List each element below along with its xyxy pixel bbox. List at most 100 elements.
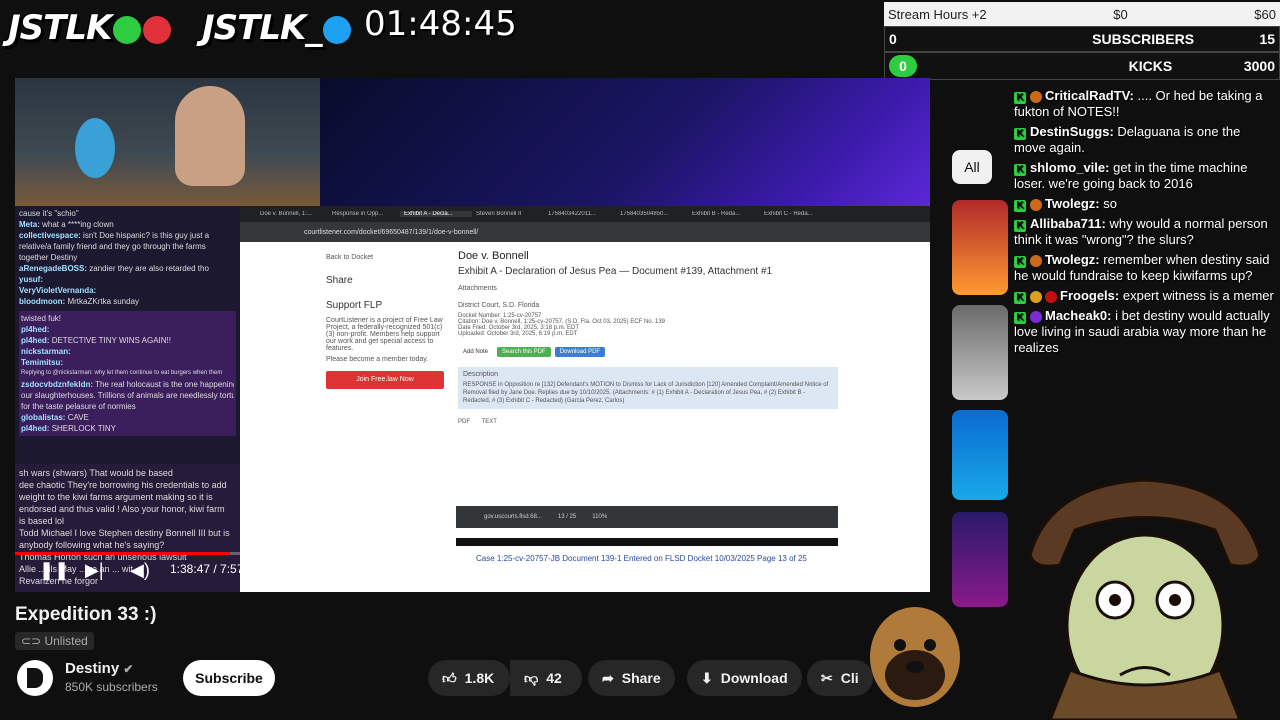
chat-user: shlomo_vile:: [1030, 160, 1110, 175]
stream-logo-text: JSTLK: [8, 8, 112, 48]
kick-badge-icon: K: [1014, 256, 1026, 268]
lamp-figure: [75, 118, 115, 178]
sub-badge-icon: [1030, 310, 1042, 323]
channel-avatar[interactable]: [17, 660, 53, 696]
browser-tab: 1758403504850...: [620, 211, 669, 217]
like-button[interactable]: 👍︎ 1.8K: [428, 660, 510, 696]
chat-message: Kshlomo_vile: get in the time machine lo…: [1008, 158, 1280, 194]
fullscreen-icon[interactable]: ⛶: [885, 560, 898, 581]
browser-tab: Exhibit C - Reda...: [764, 211, 813, 217]
recommended-thumbnail[interactable]: [952, 305, 1008, 400]
browser-tab: Steven Bonnell II: [476, 211, 522, 217]
chat-message: K CriticalRadTV: .... Or hed be taking a …: [1008, 86, 1280, 122]
co-line: relative/a family friend and they go thr…: [19, 242, 206, 251]
co-line: pl4hed: SHERLOCK TINY: [21, 424, 116, 433]
co-line: together Destiny: [19, 253, 78, 262]
subs-label: SUBSCRIBERS: [1092, 31, 1195, 47]
kick-badge-icon: K: [1014, 312, 1026, 324]
hours-label: Stream Hours +2: [888, 6, 987, 22]
kicks-label: KICKS: [1128, 58, 1173, 74]
co-strip: twisted fuk! pl4hed: pl4hed: DETECTIVE T…: [19, 311, 236, 436]
chat-text: so: [1103, 196, 1117, 211]
co-line: pl4hed:: [21, 325, 50, 334]
next-icon[interactable]: ▶|: [85, 560, 104, 581]
pause-icon[interactable]: ❚❚: [39, 560, 69, 581]
co-bottom-line: endorsed and thus valid ! Also your hono…: [19, 504, 225, 514]
recommended-thumbnail[interactable]: [952, 410, 1008, 500]
sub-badge-icon: [1030, 90, 1042, 103]
pdf-zoom: 110%: [592, 514, 608, 520]
unlisted-badge: ⊂⊃ Unlisted: [15, 632, 94, 650]
exhibit-title: Exhibit A - Declaration of Jesus Pea — D…: [458, 266, 773, 277]
co-line: zsdocvbdznfekldn: The real holocaust is …: [21, 380, 234, 389]
streamer-face: [175, 86, 245, 186]
channel-name[interactable]: Destiny ✔: [65, 660, 133, 677]
co-line: globalistas: CAVE: [21, 413, 89, 422]
subscriber-count: 850K subscribers: [65, 680, 158, 694]
settings-icon[interactable]: ⚙: [791, 560, 807, 581]
subscribe-button[interactable]: Subscribe: [183, 660, 275, 696]
chat-user: Twolegz:: [1045, 252, 1100, 267]
co-line: pl4hed: DETECTIVE TINY WINS AGAIN!!: [21, 336, 171, 345]
chat-user: DestinSuggs:: [1030, 124, 1114, 139]
chat-user: Allibaba711:: [1030, 216, 1106, 231]
download-pdf-button: Download PDF: [554, 347, 606, 357]
kick-icon: [113, 15, 142, 44]
co-line: bloodmoon: MrtkaZKrtka sunday: [19, 297, 140, 306]
chat-user: Twolegz:: [1045, 196, 1100, 211]
stream-hours-goal: Stream Hours +2 $0 $60: [884, 2, 1280, 26]
filter-chip-all[interactable]: All: [952, 150, 992, 184]
join-button: Join Free.law Now: [326, 371, 444, 389]
kick-badge-icon: K: [1014, 128, 1026, 140]
cl-sidebar: Back to Docket Share Support FLP CourtLi…: [326, 254, 446, 389]
hours-max: $60: [1254, 6, 1276, 22]
chat-message: K Froogels: expert witness is a memer: [1008, 286, 1280, 306]
dislike-count: 42: [546, 670, 562, 686]
description-box: Description RESPONSE in Opposition re [1…: [458, 367, 838, 409]
subs-target: 15: [1259, 31, 1275, 47]
video-title: Expedition 33 :): [15, 604, 157, 625]
video-player[interactable]: cause it's "schio" Meta: what a ****ing …: [15, 78, 930, 592]
pdf-page-indicator: 13 / 25: [557, 514, 577, 520]
share-button[interactable]: ➦ Share: [588, 660, 675, 696]
clip-label: Cli: [840, 670, 859, 686]
video-meta: Expedition 33 :) ⊂⊃ Unlisted: [15, 604, 156, 650]
stream-chat-overlay: cause it's "schio" Meta: what a ****ing …: [15, 206, 240, 592]
co-bottom-line: sh wars (shwars) That would be based: [19, 468, 173, 478]
chat-user: CriticalRadTV:: [1045, 88, 1134, 103]
subscribers-goal: 0 SUBSCRIBERS 15: [884, 26, 1280, 52]
browser-tab-strip: Doe v. Bonnell, 1:... Response in Opp...…: [240, 206, 930, 222]
stream-timer: 01:48:45: [364, 4, 517, 44]
chat-message: K Twolegz: so: [1008, 194, 1280, 214]
co-line: our slaughterhouses. Trillions of animal…: [21, 391, 234, 400]
chat-text: expert witness is a memer: [1122, 288, 1274, 303]
thumbs-down-icon: 👎︎: [524, 669, 539, 686]
co-line: for the taste pelasure of normies: [21, 402, 136, 411]
record-icon: [143, 15, 172, 44]
attachments-dropdown: Attachments: [458, 285, 497, 292]
download-button[interactable]: ⬇ Download: [687, 660, 802, 696]
cl-main: Doe v. Bonnell Exhibit A - Declaration o…: [458, 250, 838, 425]
volume-icon[interactable]: ◀): [130, 560, 150, 581]
subtitles-icon[interactable]: ▭: [743, 560, 760, 581]
progress-bar[interactable]: [15, 552, 930, 555]
uploaded: Uploaded: October 3rd, 2025, 6:19 p.m. E…: [458, 331, 578, 337]
recommended-thumbnail[interactable]: [952, 512, 1008, 607]
theater-mode-icon[interactable]: ▭: [835, 560, 852, 581]
hours-min: $0: [1113, 6, 1128, 22]
browser-tab: Exhibit B - Reda...: [692, 211, 741, 217]
co-bottom-line: dee chaotic They're borrowing his creden…: [19, 480, 227, 490]
unlisted-label: Unlisted: [44, 634, 88, 648]
recommended-thumbnail[interactable]: [952, 200, 1008, 295]
pdf-tab: PDF: [458, 419, 470, 425]
sub-badge-icon: [1030, 198, 1042, 211]
stream-logo-2: JSTLK_: [202, 8, 352, 48]
live-chat-overlay: K CriticalRadTV: .... Or hed be taking a …: [1008, 86, 1280, 406]
kicks-target: 3000: [1243, 58, 1275, 74]
browser-tab-active: Exhibit A - Decla...: [400, 211, 472, 217]
dislike-button[interactable]: 👎︎ 42: [510, 660, 582, 696]
support-text: CourtListener is a project of Free Law P…: [326, 317, 443, 352]
webcam-feed: [15, 78, 320, 206]
description-text: RESPONSE in Opposition re [132] Defendan…: [463, 382, 829, 404]
download-label: Download: [720, 670, 788, 686]
